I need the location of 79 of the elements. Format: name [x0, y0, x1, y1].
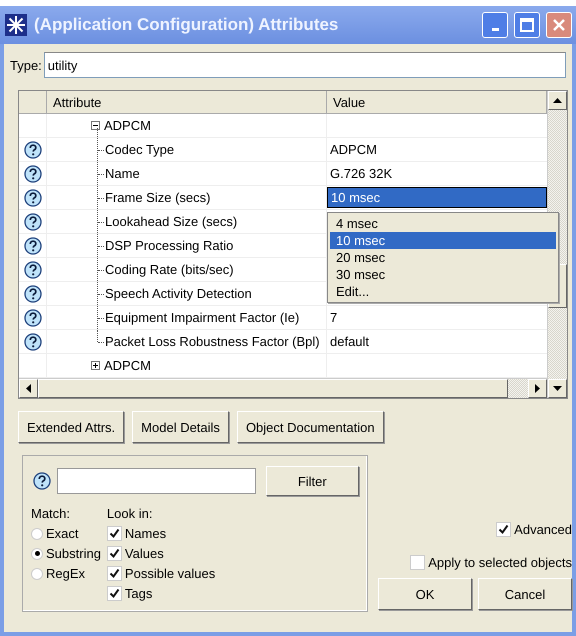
maximize-icon	[520, 18, 534, 32]
dialog-button[interactable]: OK	[378, 578, 472, 610]
checkbox[interactable]	[106, 586, 122, 601]
attribute-name: Frame Size (secs)	[105, 190, 210, 205]
help-icon	[24, 284, 42, 302]
help-icon	[24, 188, 42, 206]
close-icon	[552, 18, 566, 32]
right-arrow-icon	[534, 384, 540, 393]
attribute-name: Name	[105, 166, 140, 181]
minimize-button[interactable]	[482, 12, 508, 38]
checkbox-label[interactable]: Tags	[124, 586, 152, 601]
look-in-label: Look in:	[106, 505, 154, 523]
scroll-left-button[interactable]	[19, 379, 38, 398]
attribute-value[interactable]: ADPCM	[327, 138, 547, 161]
checkbox[interactable]	[106, 566, 122, 581]
radio-label[interactable]: Exact	[46, 526, 79, 541]
checkbox-label[interactable]: Possible values	[124, 566, 216, 581]
close-button[interactable]	[546, 12, 572, 38]
checkbox-label[interactable]: Advanced	[514, 522, 572, 537]
attribute-name: Equipment Impairment Factor (Ie)	[105, 310, 300, 325]
checkbox[interactable]	[106, 546, 122, 561]
checkbox[interactable]	[106, 526, 122, 541]
help-icon	[24, 212, 42, 230]
checkbox[interactable]	[410, 555, 426, 570]
expand-icon[interactable]	[91, 361, 100, 370]
star-icon	[4, 13, 28, 37]
help-icon	[24, 332, 42, 350]
dialog-button[interactable]: Object Documentation	[236, 411, 384, 443]
scroll-right-button[interactable]	[528, 379, 547, 398]
help-icon	[24, 164, 42, 182]
up-arrow-icon	[553, 98, 562, 104]
attribute-name: DSP Processing Ratio	[105, 238, 234, 253]
maximize-button[interactable]	[514, 12, 540, 38]
attribute-name: Packet Loss Robustness Factor (Bpl)	[105, 334, 320, 349]
checkbox-label[interactable]: Apply to selected objects	[428, 555, 572, 570]
dropdown-option[interactable]: 4 msec	[330, 215, 556, 232]
dialog-button[interactable]: Cancel	[478, 578, 572, 610]
collapse-icon[interactable]	[91, 121, 100, 130]
attribute-value[interactable]: G.726 32K	[327, 162, 547, 185]
checkbox[interactable]	[496, 522, 512, 537]
help-icon	[24, 236, 42, 254]
scroll-thumb[interactable]	[38, 379, 508, 398]
help-icon	[24, 260, 42, 278]
radio-label[interactable]: RegEx	[46, 566, 86, 581]
attribute-name: Coding Rate (bits/sec)	[105, 262, 234, 277]
dialog-button[interactable]: Model Details	[132, 411, 229, 443]
match-label: Match:	[31, 505, 72, 523]
checkbox-label[interactable]: Names	[124, 526, 166, 541]
group-label[interactable]: ADPCM	[104, 358, 151, 373]
help-icon	[33, 472, 51, 490]
window-title: (Application Configuration) Attributes	[34, 15, 340, 35]
down-arrow-icon	[553, 386, 562, 392]
dropdown-option[interactable]: 10 msec	[330, 232, 556, 249]
help-icon	[24, 140, 42, 158]
help-icon	[24, 308, 42, 326]
group-label[interactable]: ADPCM	[104, 118, 151, 133]
attribute-value[interactable]: default	[327, 330, 547, 353]
dropdown-option[interactable]: Edit...	[330, 283, 556, 300]
type-field[interactable]: utility	[44, 52, 566, 78]
minimize-icon	[492, 28, 498, 31]
scroll-down-button[interactable]	[548, 379, 567, 398]
radio-button[interactable]	[31, 548, 43, 560]
dialog-button[interactable]: Extended Attrs.	[18, 411, 124, 443]
attribute-name: Speech Activity Detection	[105, 286, 252, 301]
radio-button[interactable]	[31, 528, 43, 540]
scroll-up-button[interactable]	[548, 91, 567, 110]
attribute-value[interactable]: 7	[327, 306, 547, 329]
filter-field[interactable]	[57, 468, 256, 494]
dropdown-option[interactable]: 30 msec	[330, 266, 556, 283]
left-arrow-icon	[26, 384, 32, 393]
attribute-value[interactable]: 10 msec	[327, 187, 547, 208]
type-label: Type:	[10, 58, 42, 72]
filter-button[interactable]: Filter	[266, 466, 359, 496]
dropdown-option[interactable]: 20 msec	[330, 249, 556, 266]
checkbox-label[interactable]: Values	[124, 546, 164, 561]
radio-label[interactable]: Substring	[46, 546, 101, 561]
attribute-name: Lookahead Size (secs)	[105, 214, 238, 229]
attribute-name: Codec Type	[105, 142, 174, 157]
radio-button[interactable]	[31, 568, 43, 580]
